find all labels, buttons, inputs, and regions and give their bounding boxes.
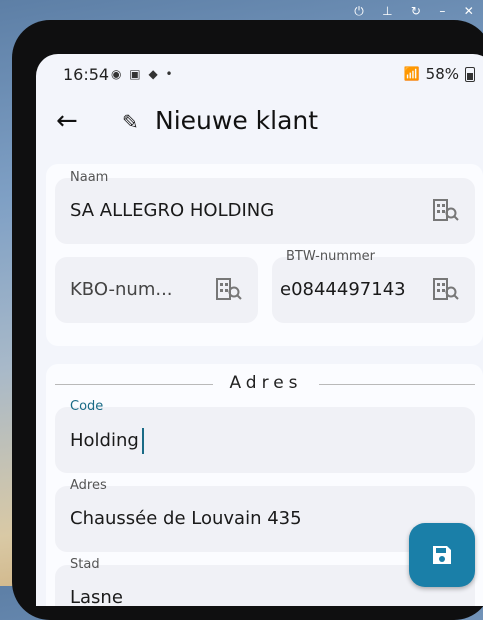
code-text: Holding: [70, 430, 139, 451]
emulator-rotate-icon[interactable]: ↻: [411, 0, 421, 22]
stad-label: Stad: [70, 557, 100, 572]
section-title-adres: Adres: [229, 373, 303, 393]
emulator-close-icon[interactable]: ✕: [464, 0, 474, 22]
emulator-power-icon[interactable]: ⏻: [354, 0, 364, 22]
emulator-minimize-icon[interactable]: –: [439, 0, 445, 22]
naam-field[interactable]: Naam SA ALLEGRO HOLDING: [55, 170, 475, 244]
naam-label: Naam: [70, 170, 109, 185]
battery-icon: [465, 66, 475, 82]
status-time: 16:54: [63, 65, 110, 84]
building-search-icon[interactable]: [433, 277, 459, 301]
page-title: Nieuwe klant: [155, 106, 319, 135]
app-bar: ← ✎ Nieuwe klant: [36, 100, 483, 144]
wifi-icon: 📶: [403, 66, 420, 82]
kbo-placeholder: KBO-num...: [70, 279, 173, 300]
pencil-icon: ✎: [122, 110, 139, 134]
save-button[interactable]: [409, 523, 475, 587]
status-bar: 16:54 ◉ ▣ ◆ • 📶 58%: [36, 54, 483, 96]
emulator-pin-icon[interactable]: ⊥: [382, 0, 392, 22]
status-right: 📶 58%: [403, 65, 475, 83]
stad-value: Lasne: [70, 587, 123, 606]
btw-value: e0844497143: [280, 279, 406, 300]
adres-label: Adres: [70, 478, 107, 493]
emulator-toolbar: ⏻ ⊥ ↻ – ✕: [345, 0, 483, 22]
building-search-icon[interactable]: [216, 277, 242, 301]
code-label: Code: [70, 399, 104, 414]
battery-percent: 58%: [425, 65, 459, 83]
code-value: Holding: [70, 428, 144, 454]
section-divider-left: [55, 384, 213, 385]
code-field[interactable]: Code Holding: [55, 399, 475, 473]
btw-field[interactable]: BTW-nummer e0844497143: [272, 249, 475, 323]
phone-frame: 16:54 ◉ ▣ ◆ • 📶 58% ← ✎ Nieuwe klant Naa…: [12, 20, 483, 620]
phone-screen: 16:54 ◉ ▣ ◆ • 📶 58% ← ✎ Nieuwe klant Naa…: [36, 54, 483, 606]
kbo-field[interactable]: KBO-num...: [55, 257, 258, 323]
text-cursor: [141, 428, 144, 454]
save-icon: [433, 546, 451, 564]
section-divider-right: [319, 384, 475, 385]
back-arrow-icon[interactable]: ←: [56, 106, 78, 136]
building-search-icon[interactable]: [433, 198, 459, 222]
notification-icons: ◉ ▣ ◆ •: [111, 67, 175, 81]
naam-value: SA ALLEGRO HOLDING: [70, 200, 275, 221]
btw-label: BTW-nummer: [286, 249, 376, 264]
adres-value: Chaussée de Louvain 435: [70, 508, 302, 529]
